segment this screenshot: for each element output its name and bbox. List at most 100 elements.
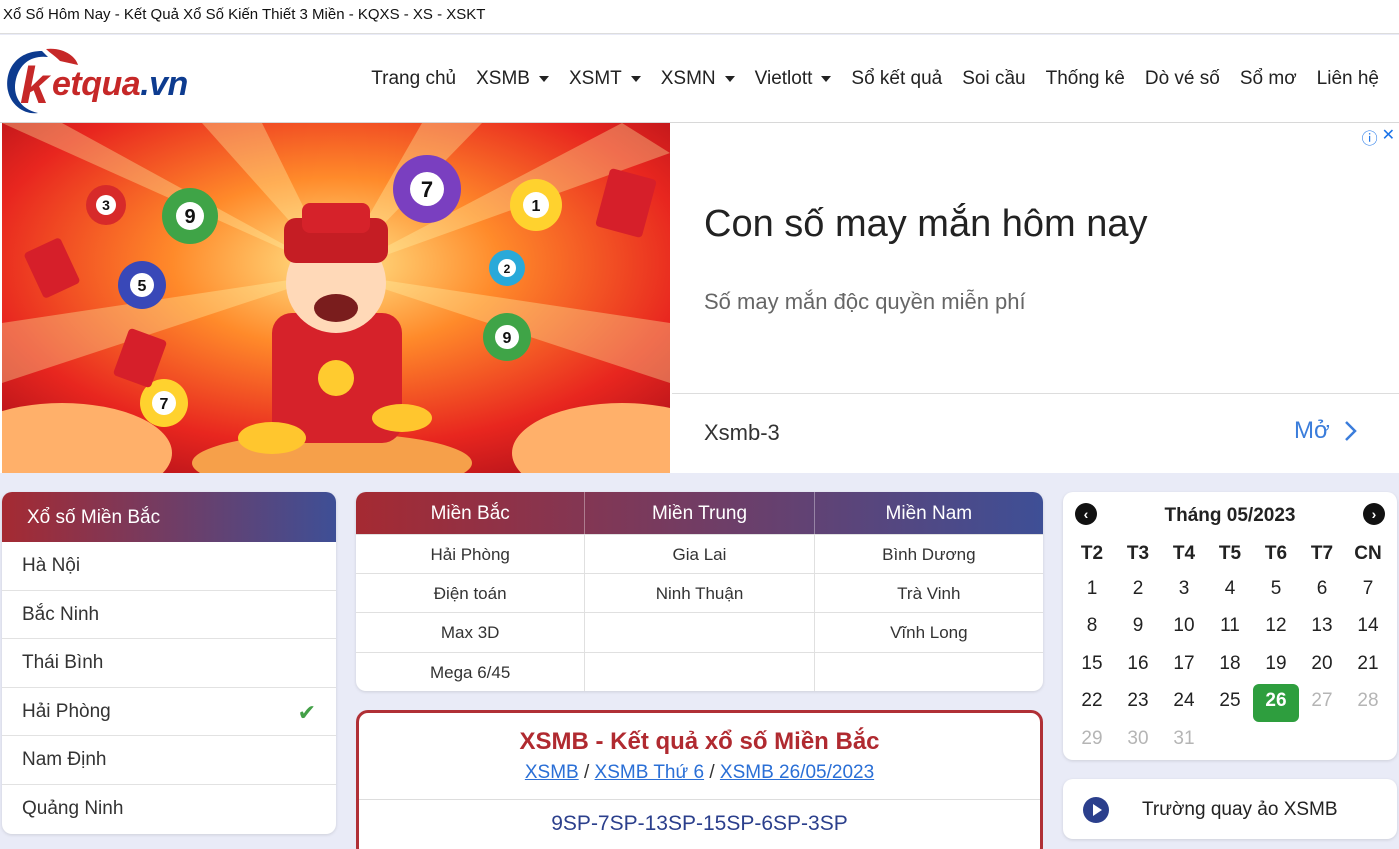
svg-text:2: 2	[504, 262, 511, 276]
calendar-day[interactable]: 6	[1299, 572, 1345, 609]
nav-vietlott[interactable]: Vietlott	[745, 65, 842, 93]
breadcrumb-xsmb-thu-6[interactable]: XSMB Thứ 6	[595, 762, 705, 783]
sidebar-item-nam-dinh[interactable]: Nam Định	[2, 736, 336, 785]
region-link[interactable]: Điện toán	[356, 574, 584, 612]
logo-domain: .vn	[140, 65, 188, 103]
calendar-month: Tháng 05/2023	[1164, 505, 1296, 526]
close-icon[interactable]: ✕	[1382, 125, 1395, 149]
nav-lien-he[interactable]: Liên hệ	[1307, 65, 1389, 93]
ad-title[interactable]: Con số may mắn hôm nay	[704, 203, 1148, 246]
region-link[interactable]: Max 3D	[356, 613, 584, 651]
region-link[interactable]: Gia Lai	[584, 535, 813, 574]
calendar-day[interactable]: 13	[1299, 609, 1345, 646]
region-link[interactable]: Mega 6/45	[356, 653, 584, 691]
ad-banner[interactable]: 9 7 3 5 2 9 1 7 ⓘ ✕ Con số may mắn hôm n…	[0, 123, 1399, 473]
region-empty-cell	[584, 613, 813, 652]
calendar-day: 30	[1127, 727, 1149, 749]
nav-xsmn[interactable]: XSMN	[651, 65, 745, 93]
calendar-day[interactable]: 9	[1115, 609, 1161, 646]
svg-text:k: k	[20, 57, 52, 115]
site-header: k etqua.vn Trang chủ XSMB XSMT XSMN Viet…	[0, 35, 1399, 123]
ad-advertiser: Xsmb-3	[704, 420, 780, 445]
weekday-header: T4	[1172, 543, 1196, 564]
svg-text:9: 9	[184, 206, 195, 228]
nav-do-ve-so[interactable]: Dò vé số	[1135, 65, 1230, 93]
calendar-day[interactable]: 23	[1115, 684, 1161, 721]
calendar-day-selected[interactable]: 26	[1253, 684, 1299, 722]
live-draw-link[interactable]: Trường quay ảo XSMB	[1063, 779, 1397, 839]
window-title: Xổ Số Hôm Nay - Kết Quả Xổ Số Kiến Thiết…	[0, 0, 1399, 34]
sidebar-item-quang-ninh[interactable]: Quảng Ninh	[2, 785, 336, 834]
calendar-day[interactable]: 14	[1345, 609, 1391, 646]
caret-down-icon	[724, 76, 735, 82]
calendar-day: 28	[1357, 690, 1379, 712]
region-empty-cell	[813, 652, 1043, 691]
weekday-header: CN	[1354, 543, 1382, 564]
info-icon[interactable]: ⓘ	[1362, 125, 1378, 149]
arrow-right-icon[interactable]: ›	[1363, 503, 1385, 525]
table-row: Mega 6/45	[356, 651, 1043, 691]
calendar-day[interactable]: 19	[1253, 647, 1299, 684]
site-logo[interactable]: k etqua.vn	[2, 45, 222, 115]
calendar-day[interactable]: 1	[1069, 572, 1115, 609]
region-link[interactable]: Vĩnh Long	[813, 613, 1043, 652]
calendar-day[interactable]: 15	[1069, 647, 1115, 684]
regions-table: Miền Bắc Miền Trung Miền Nam Hải Phòng G…	[356, 492, 1043, 691]
calendar-day[interactable]: 10	[1161, 609, 1207, 646]
special-prize-codes: 9SP-7SP-13SP-15SP-6SP-3SP	[551, 812, 848, 835]
weekday-header: T5	[1218, 543, 1242, 564]
calendar-day[interactable]: 16	[1115, 647, 1161, 684]
region-empty-cell	[584, 652, 813, 691]
calendar-day[interactable]: 21	[1345, 647, 1391, 684]
nav-soi-cau[interactable]: Soi cầu	[952, 65, 1035, 93]
region-link[interactable]: Hải Phòng	[356, 535, 584, 573]
sidebar-heading: Xổ số Miền Bắc	[2, 492, 336, 542]
calendar-day[interactable]: 17	[1161, 647, 1207, 684]
calendar-grid: T2 T3 T4 T5 T6 T7 CN 1 2 3 4 5 6 7 8 9 10 11 12 13 14 15 16 17 1…	[1069, 539, 1391, 759]
svg-text:5: 5	[138, 278, 147, 295]
svg-text:7: 7	[421, 177, 433, 202]
nav-thong-ke[interactable]: Thống kê	[1036, 65, 1135, 93]
ad-info-controls[interactable]: ⓘ ✕	[1362, 125, 1395, 149]
calendar-day[interactable]: 20	[1299, 647, 1345, 684]
nav-so-ket-qua[interactable]: Sổ kết quả	[841, 65, 952, 93]
tab-mien-bac[interactable]: Miền Bắc	[356, 492, 584, 534]
sidebar-item-bac-ninh[interactable]: Bắc Ninh	[2, 591, 336, 640]
tab-mien-trung[interactable]: Miền Trung	[584, 492, 813, 534]
calendar-day[interactable]: 7	[1345, 572, 1391, 609]
sidebar-item-hai-phong[interactable]: Hải Phòng ✔	[2, 688, 336, 737]
calendar-day[interactable]: 25	[1207, 684, 1253, 721]
calendar-day[interactable]: 2	[1115, 572, 1161, 609]
nav-home[interactable]: Trang chủ	[361, 65, 466, 93]
calendar-day[interactable]: 5	[1253, 572, 1299, 609]
sidebar-item-ha-noi[interactable]: Hà Nội	[2, 542, 336, 591]
region-link[interactable]: Ninh Thuận	[584, 574, 813, 613]
calendar-day[interactable]: 4	[1207, 572, 1253, 609]
calendar-day[interactable]: 3	[1161, 572, 1207, 609]
sidebar-item-thai-binh[interactable]: Thái Bình	[2, 639, 336, 688]
region-link[interactable]: Bình Dương	[813, 535, 1043, 574]
calendar-day[interactable]: 11	[1207, 609, 1253, 646]
breadcrumb: XSMB / XSMB Thứ 6 / XSMB 26/05/2023	[524, 762, 875, 783]
caret-down-icon	[821, 76, 832, 82]
nav-xsmt[interactable]: XSMT	[559, 65, 651, 93]
table-row: Hải Phòng Gia Lai Bình Dương	[356, 534, 1043, 574]
calendar-day[interactable]: 18	[1207, 647, 1253, 684]
nav-xsmb[interactable]: XSMB	[466, 65, 559, 93]
calendar-day: 31	[1173, 727, 1195, 749]
calendar-day[interactable]: 24	[1161, 684, 1207, 721]
north-lottery-sidebar: Xổ số Miền Bắc Hà Nội Bắc Ninh Thái Bình…	[2, 492, 336, 834]
region-link[interactable]: Trà Vinh	[813, 574, 1043, 613]
breadcrumb-xsmb[interactable]: XSMB	[525, 762, 579, 783]
weekday-header: T6	[1264, 543, 1288, 564]
nav-so-mo[interactable]: Sổ mơ	[1230, 65, 1307, 93]
ad-open-button[interactable]: Mở	[1294, 417, 1358, 445]
ad-image[interactable]: 9 7 3 5 2 9 1 7	[2, 123, 670, 473]
result-divider	[359, 799, 1040, 800]
xsmb-result-card: XSMB - Kết quả xổ số Miền Bắc XSMB / XSM…	[356, 710, 1043, 849]
tab-mien-nam[interactable]: Miền Nam	[813, 492, 1043, 534]
calendar-day[interactable]: 12	[1253, 609, 1299, 646]
calendar-day[interactable]: 8	[1069, 609, 1115, 646]
calendar-day[interactable]: 22	[1069, 684, 1115, 721]
breadcrumb-xsmb-date[interactable]: XSMB 26/05/2023	[720, 762, 874, 783]
